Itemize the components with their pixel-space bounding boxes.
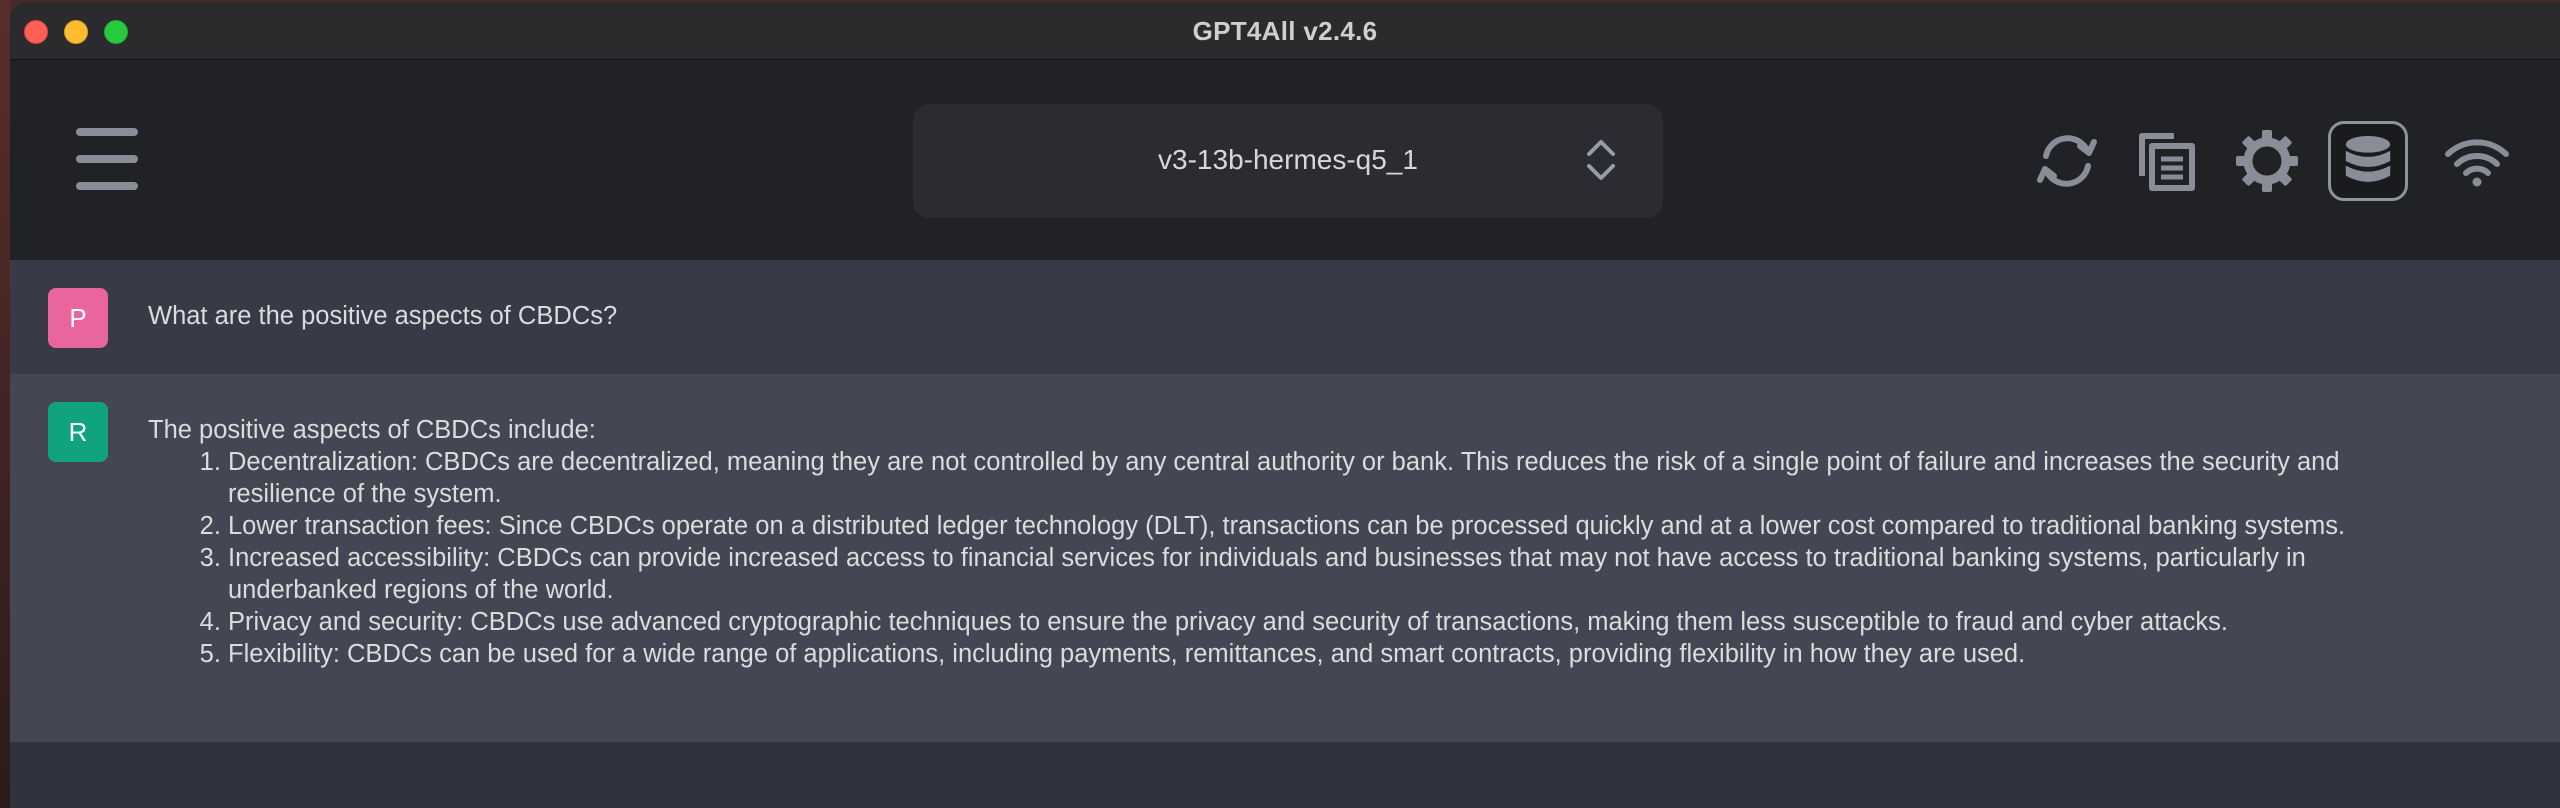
response-message: R The positive aspects of CBDCs include:…	[10, 374, 2560, 742]
model-select[interactable]: v3-13b-hermes-q5_1	[913, 104, 1663, 218]
response-avatar: R	[48, 402, 108, 462]
list-item: Privacy and security: CBDCs use advanced…	[228, 606, 2388, 638]
list-item: Increased accessibility: CBDCs can provi…	[228, 542, 2388, 606]
app-window: GPT4All v2.4.6 v3-13b-hermes-q5_1 P What…	[10, 2, 2560, 808]
response-list: Decentralization: CBDCs are decentralize…	[148, 446, 2388, 670]
prompt-text: What are the positive aspects of CBDCs?	[148, 302, 618, 330]
desktop-background	[0, 0, 10, 808]
model-select-value: v3-13b-hermes-q5_1	[1158, 144, 1418, 175]
title-bar: GPT4All v2.4.6	[10, 2, 2560, 60]
network-icon[interactable]	[2442, 126, 2512, 196]
list-item: Decentralization: CBDCs are decentralize…	[228, 446, 2388, 510]
response-text: The positive aspects of CBDCs include: D…	[148, 414, 2388, 670]
list-item: Flexibility: CBDCs can be used for a wid…	[228, 638, 2388, 670]
menu-icon[interactable]	[76, 128, 138, 190]
chevron-up-down-icon	[1587, 140, 1615, 180]
prompt-message: P What are the positive aspects of CBDCs…	[10, 260, 2560, 374]
conversation-view[interactable]: P What are the positive aspects of CBDCs…	[10, 260, 2560, 808]
window-title: GPT4All v2.4.6	[1192, 16, 1378, 46]
prompt-avatar: P	[48, 288, 108, 348]
response-intro: The positive aspects of CBDCs include:	[148, 416, 596, 444]
copy-icon[interactable]	[2132, 126, 2202, 196]
reset-icon[interactable]	[2032, 126, 2102, 196]
list-item: Lower transaction fees: Since CBDCs oper…	[228, 510, 2388, 542]
toolbar: v3-13b-hermes-q5_1	[10, 60, 2560, 260]
settings-icon[interactable]	[2232, 126, 2302, 196]
database-icon[interactable]	[2328, 121, 2408, 201]
